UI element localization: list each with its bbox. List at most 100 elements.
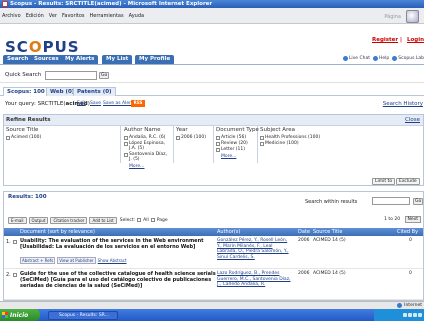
checkbox[interactable] xyxy=(260,141,264,146)
tools-icon[interactable] xyxy=(406,10,419,23)
search-history-link[interactable]: Search History xyxy=(383,101,423,107)
save-as-alert-link[interactable]: Save as Alert xyxy=(103,101,133,106)
menu-ver[interactable]: Ver xyxy=(49,13,57,19)
tray-icon[interactable] xyxy=(418,313,422,317)
author-more-link[interactable]: More... xyxy=(129,164,144,169)
next-page-button[interactable]: Next xyxy=(404,216,421,223)
quick-search-go-button[interactable]: Go xyxy=(99,72,110,79)
checkbox[interactable] xyxy=(176,135,180,140)
facet-option[interactable]: Review (20) xyxy=(216,141,259,146)
document-title-link[interactable]: Guide for the use of the collective cata… xyxy=(20,271,220,289)
row-source[interactable]: ACIMED 14 (5) xyxy=(313,238,346,243)
quick-search: Quick Search Go xyxy=(0,69,424,83)
menu-favoritos[interactable]: Favoritos xyxy=(62,13,85,19)
save-query-link[interactable]: Save xyxy=(90,101,101,106)
facet-option[interactable]: López Espinosa, J.A. (5) xyxy=(124,141,170,151)
nav-my-profile[interactable]: My Profile xyxy=(135,55,175,64)
search-within-go-button[interactable]: Go xyxy=(413,198,424,205)
edit-query-link[interactable]: Edit xyxy=(77,101,86,106)
checkbox[interactable] xyxy=(6,135,10,140)
row-checkbox[interactable] xyxy=(13,239,17,244)
abstract-refs-button[interactable]: Abstract + Refs xyxy=(20,257,56,264)
view-at-publisher-button[interactable]: View at Publisher xyxy=(57,257,96,264)
limit-to-button[interactable]: Limit to xyxy=(372,178,396,185)
checkbox[interactable] xyxy=(216,147,220,152)
date-header[interactable]: Date xyxy=(298,229,310,235)
results-actions: E-mail Output Citation tracker Add to Li… xyxy=(8,215,168,225)
refine-title: Refine Results xyxy=(6,117,51,123)
checkbox[interactable] xyxy=(216,135,220,140)
cited-by-header[interactable]: Cited By xyxy=(397,229,418,235)
select-label: Select: xyxy=(119,217,136,223)
taskbar-window-button[interactable]: Scopus - Results: SR... xyxy=(48,310,118,320)
nav-my-list[interactable]: My List xyxy=(102,55,133,64)
show-abstract-link[interactable]: Show Abstract xyxy=(98,258,127,263)
doctype-more-link[interactable]: More... xyxy=(221,154,236,159)
nav-my-alerts[interactable]: My Alerts xyxy=(61,55,99,64)
facet-option-label: Santovenia Díaz, J. (5) xyxy=(129,152,167,162)
sort-document-header[interactable]: Document (sort by relevance) xyxy=(20,229,95,235)
authors-header[interactable]: Author(s) xyxy=(217,229,240,235)
live-chat-link[interactable]: Live Chat xyxy=(349,56,370,61)
email-button[interactable]: E-mail xyxy=(8,216,27,224)
scopus-lab-link[interactable]: Scopus Lab xyxy=(398,56,424,61)
facet-option[interactable]: Acimed (100) xyxy=(6,135,41,140)
document-title-link[interactable]: Usability: The evaluation of the service… xyxy=(20,238,220,250)
facet-option-label: Andalia, R.C. (6) xyxy=(129,135,166,140)
help-link[interactable]: Help xyxy=(379,56,389,61)
checkbox[interactable] xyxy=(124,135,128,140)
facet-option[interactable]: Santovenia Díaz, J. (5) xyxy=(124,152,170,162)
output-button[interactable]: Output xyxy=(28,216,49,224)
document-type-header: Document Type xyxy=(216,127,259,133)
tray-icon[interactable] xyxy=(413,313,417,317)
checkbox[interactable] xyxy=(124,141,128,146)
source-title-header[interactable]: Source Title xyxy=(313,229,342,235)
nav-sources[interactable]: Sources xyxy=(30,55,63,64)
facet-option[interactable]: Andalia, R.C. (6) xyxy=(124,135,170,140)
tab-scopus[interactable]: Scopus: 100 xyxy=(3,87,49,96)
select-all-checkbox[interactable] xyxy=(137,218,142,223)
register-link[interactable]: Register xyxy=(372,37,398,43)
facet-option[interactable]: Article (56) xyxy=(216,135,259,140)
nav-search[interactable]: Search xyxy=(3,55,33,64)
table-row: 1. Usability: The evaluation of the serv… xyxy=(4,237,423,269)
facet-option-label: López Espinosa, J.A. (5) xyxy=(129,141,166,151)
facet-option[interactable]: Health Professions (100) xyxy=(260,135,320,140)
checkbox[interactable] xyxy=(216,141,220,146)
menu-bar: Archivo Edición Ver Favoritos Herramient… xyxy=(0,8,424,24)
start-button[interactable]: Inicio xyxy=(0,309,40,321)
facet-option[interactable]: 2006 (100) xyxy=(176,135,206,140)
rss-icon[interactable]: RSS xyxy=(131,100,145,107)
authors-links[interactable]: González Pérez, Y., Rosell León, Y., Mar… xyxy=(217,238,293,260)
checkbox[interactable] xyxy=(124,152,128,157)
refine-close-link[interactable]: Close xyxy=(405,117,420,123)
exclude-button[interactable]: Exclude xyxy=(396,178,420,185)
search-within-input[interactable] xyxy=(372,197,410,205)
checkbox[interactable] xyxy=(260,135,264,140)
results-table-header: Document (sort by relevance) Author(s) D… xyxy=(4,228,423,236)
select-page-checkbox[interactable] xyxy=(150,218,155,223)
menu-herramientas[interactable]: Herramientas xyxy=(90,13,124,19)
citation-tracker-button[interactable]: Citation tracker xyxy=(50,216,88,224)
facet-option[interactable]: Letter (11) xyxy=(216,147,259,152)
row-checkbox[interactable] xyxy=(13,272,17,277)
tray-icon[interactable] xyxy=(408,313,412,317)
menu-ayuda[interactable]: Ayuda xyxy=(129,13,144,19)
tab-patents[interactable]: Patents (0) xyxy=(73,87,116,96)
facet-option[interactable]: Medicine (100) xyxy=(260,141,320,146)
row-source[interactable]: ACIMED 14 (5) xyxy=(313,271,346,276)
facet-option-label: Review (20) xyxy=(221,141,248,146)
taskbar-window-label: Scopus - Results: SR... xyxy=(59,312,109,318)
login-link[interactable]: Login xyxy=(407,37,424,43)
menu-archivo[interactable]: Archivo xyxy=(2,13,21,19)
row-date: 2006 xyxy=(298,238,310,243)
tray-icon[interactable] xyxy=(403,313,407,317)
tab-patents-count: (0) xyxy=(102,89,112,95)
add-to-list-button[interactable]: Add to List xyxy=(89,216,117,224)
quick-search-input[interactable] xyxy=(45,71,97,80)
search-within-label: Search within results xyxy=(305,199,358,205)
authors-links[interactable]: Lazo Rodríguez, B., Prendes Guerrero, M.… xyxy=(217,271,293,288)
menu-edicion[interactable]: Edición xyxy=(26,13,44,19)
page-menu-button[interactable]: Página xyxy=(384,14,401,20)
facet-option-label: Letter (11) xyxy=(221,147,246,152)
